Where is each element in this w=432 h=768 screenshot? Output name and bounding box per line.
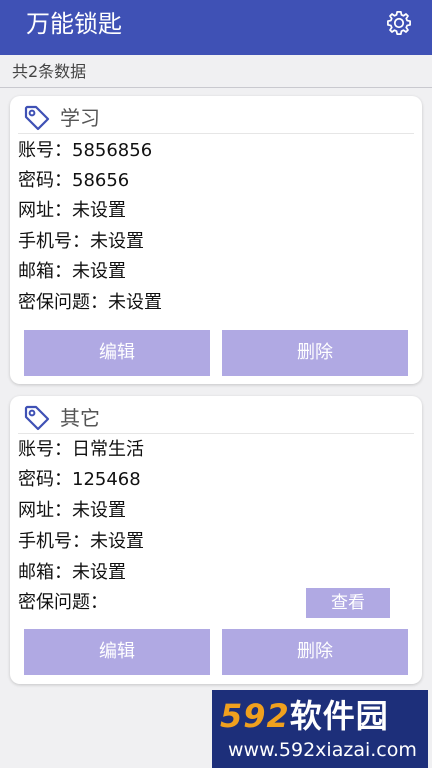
url-row: 网址：未设置 <box>18 499 126 523</box>
field-label: 密保问题： <box>18 292 108 313</box>
delete-button[interactable]: 删除 <box>222 629 408 675</box>
watermark-brand-number: 592 <box>220 697 290 735</box>
category-label: 学习 <box>60 106 100 130</box>
field-value: 125468 <box>72 469 141 490</box>
entry-card: 学习 账号：5856856 密码：58656 网址：未设置 手机号：未设置 邮箱… <box>10 96 422 384</box>
field-label: 密码： <box>18 170 72 191</box>
field-value: 58656 <box>72 170 130 191</box>
app-title: 万能锁匙 <box>26 10 122 38</box>
edit-button[interactable]: 编辑 <box>24 629 210 675</box>
field-value: 未设置 <box>72 500 126 521</box>
edit-button[interactable]: 编辑 <box>24 330 210 376</box>
field-value: 5856856 <box>72 140 153 161</box>
security-question-row: 密保问题：未设置 <box>18 291 162 315</box>
field-label: 手机号： <box>18 231 90 252</box>
watermark-brand: 592软件园 <box>220 696 389 736</box>
field-label: 手机号： <box>18 531 90 552</box>
field-label: 网址： <box>18 500 72 521</box>
account-row: 账号：日常生活 <box>18 438 144 462</box>
field-label: 邮箱： <box>18 562 72 583</box>
email-row: 邮箱：未设置 <box>18 561 126 585</box>
field-label: 密保问题： <box>18 592 108 613</box>
entry-card: 其它 账号：日常生活 密码：125468 网址：未设置 手机号：未设置 邮箱：未… <box>10 396 422 684</box>
email-row: 邮箱：未设置 <box>18 260 126 284</box>
field-label: 邮箱： <box>18 261 72 282</box>
category-label: 其它 <box>60 406 100 430</box>
app-bar: 万能锁匙 <box>0 0 432 55</box>
divider <box>0 87 432 88</box>
field-value: 未设置 <box>72 261 126 282</box>
record-count: 共2条数据 <box>12 62 87 81</box>
tag-icon <box>24 105 50 131</box>
card-divider <box>18 433 414 434</box>
delete-button[interactable]: 删除 <box>222 330 408 376</box>
url-row: 网址：未设置 <box>18 199 126 223</box>
field-label: 账号： <box>18 140 72 161</box>
watermark: 592软件园 www.592xiazai.com <box>212 690 428 768</box>
field-value: 未设置 <box>90 531 144 552</box>
view-button[interactable]: 查看 <box>306 588 390 618</box>
tag-icon <box>24 405 50 431</box>
gear-icon[interactable] <box>385 9 413 37</box>
field-value: 未设置 <box>90 231 144 252</box>
field-value: 未设置 <box>72 200 126 221</box>
field-label: 账号： <box>18 439 72 460</box>
field-value: 日常生活 <box>72 439 144 460</box>
phone-row: 手机号：未设置 <box>18 230 144 254</box>
password-row: 密码：58656 <box>18 169 129 193</box>
password-row: 密码：125468 <box>18 468 141 492</box>
security-question-row: 密保问题： <box>18 591 108 615</box>
card-divider <box>18 133 414 134</box>
field-value: 未设置 <box>108 292 162 313</box>
field-label: 网址： <box>18 200 72 221</box>
phone-row: 手机号：未设置 <box>18 530 144 554</box>
account-row: 账号：5856856 <box>18 139 152 163</box>
field-label: 密码： <box>18 469 72 490</box>
watermark-brand-text: 软件园 <box>289 697 389 735</box>
watermark-url: www.592xiazai.com <box>228 739 417 761</box>
field-value: 未设置 <box>72 562 126 583</box>
